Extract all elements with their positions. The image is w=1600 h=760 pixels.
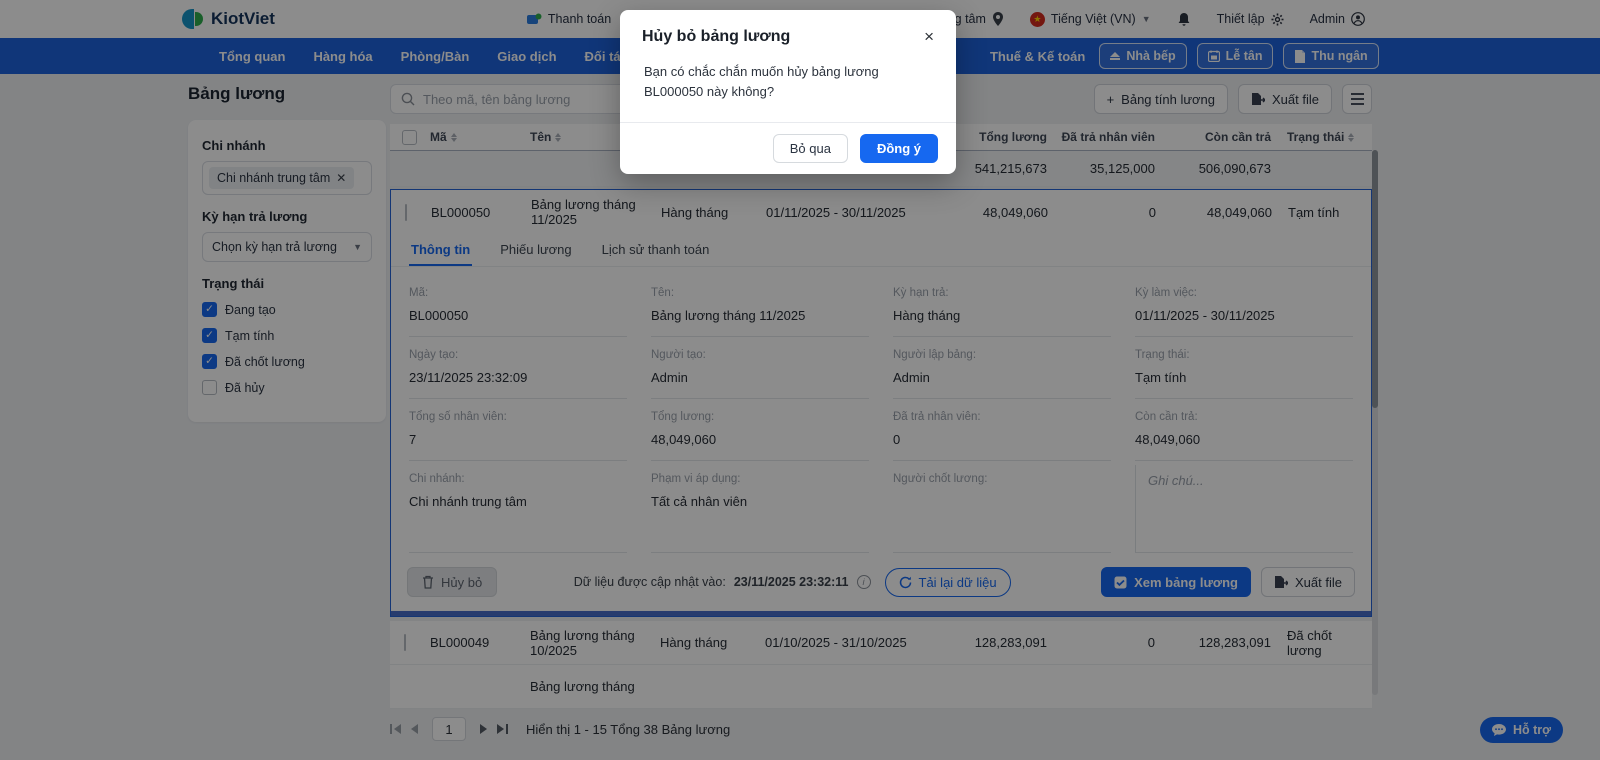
modal-body-text: Bạn có chắc chắn muốn hủy bảng lương BL0… — [644, 64, 879, 100]
modal-title: Hủy bỏ bảng lương — [642, 28, 791, 45]
cancel-payroll-modal: Hủy bỏ bảng lương × Bạn có chắc chắn muố… — [620, 10, 956, 175]
close-icon[interactable]: × — [924, 28, 934, 45]
modal-cancel-button[interactable]: Bỏ qua — [772, 134, 848, 164]
modal-confirm-button[interactable]: Đồng ý — [859, 134, 938, 164]
app-screen: KiotViet Thanh toán $ V Chi nhánh trung … — [0, 0, 1600, 760]
